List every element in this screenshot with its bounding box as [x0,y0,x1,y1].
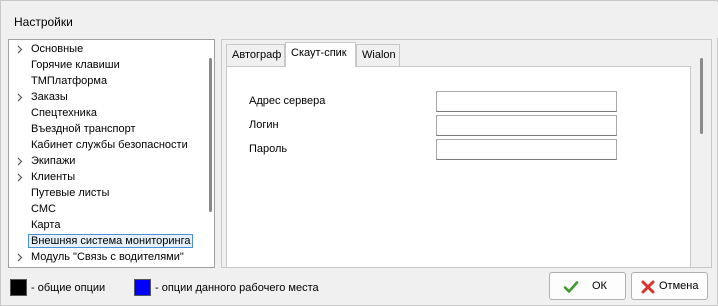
tree-scrollbar-thumb[interactable] [209,58,212,212]
tree-scrollbar[interactable] [207,40,214,267]
tree-item-label: Въездной транспорт [31,123,136,135]
window-title: Настройки [14,15,73,29]
tree-item[interactable]: Основные [9,42,205,58]
tree-item-label: Модуль "Связь с водителями" [31,251,184,263]
chevron-right-icon[interactable] [15,45,24,54]
server-address-label: Адрес сервера [249,95,326,107]
tree-item[interactable]: Карта [9,218,205,234]
title-bar[interactable]: Настройки [2,2,718,38]
password-label: Пароль [249,143,288,155]
tree-item[interactable]: Спецтехника [9,106,205,122]
tree-item[interactable]: Экипажи [9,154,205,170]
chevron-right-icon[interactable] [15,157,24,166]
login-label: Логин [249,119,279,131]
tab-skaut-spik[interactable]: Скаут-спик [285,42,356,67]
tab-label: Wialon [362,49,396,61]
common-options-label: - общие опции [31,282,106,294]
tree-item-label: Экипажи [31,155,76,167]
tree-item[interactable]: Горячие клавиши [9,58,205,74]
chevron-right-icon[interactable] [15,173,24,182]
password-input[interactable] [436,139,617,160]
cross-icon [640,279,656,295]
tab-label: Автограф [232,49,282,61]
server-address-input[interactable] [436,91,617,112]
tree-item[interactable]: Модуль "Связь с водителями" [9,250,205,266]
tree-item[interactable]: Внешняя система мониторинга [9,234,205,250]
login-input[interactable] [436,115,617,136]
tree-item-label: Путевые листы [31,187,110,199]
tree-item-label: ТМПлатформа [31,75,108,87]
tree-item[interactable]: Заказы [9,90,205,106]
cancel-button-label: Отмена [659,280,699,292]
content-scrollbar[interactable] [699,58,705,138]
workplace-options-swatch [134,279,151,296]
settings-window: Настройки Основные Горячие клавиши ТМПлатф… [0,0,718,306]
tab-label: Скаут-спик [291,47,347,59]
common-options-swatch [10,279,27,296]
ok-button-label: ОК [592,280,607,292]
tree-item-label: Спецтехника [31,107,97,119]
chevron-right-icon[interactable] [15,93,24,102]
cancel-button[interactable]: Отмена [631,272,708,300]
tree-item[interactable]: Въездной транспорт [9,122,205,138]
tree-item-label: Карта [31,219,61,231]
tree-item[interactable]: Клиенты [9,170,205,186]
tab-wialon[interactable]: Wialon [356,44,400,66]
content-scrollbar-thumb[interactable] [700,58,703,134]
tree-item[interactable]: Путевые листы [9,186,205,202]
tree-item-label: Клиенты [31,171,76,183]
settings-content-panel: Автограф Скаут-спик Wialon Адрес сервера… [221,39,712,268]
workplace-options-label: - опции данного рабочего места [155,282,319,294]
tree-item-label: Основные [31,43,84,55]
tree-item-label: Горячие клавиши [31,59,120,71]
tree-item[interactable]: СМС [9,202,205,218]
tree-item-label: Внешняя система мониторинга [28,234,194,248]
tree-item[interactable]: ТМПлатформа [9,74,205,90]
tab-content: Адрес сервера Логин Пароль [226,66,691,268]
tab-avtograf[interactable]: Автограф [226,44,285,66]
chevron-right-icon[interactable] [15,253,24,262]
tree-item[interactable]: Кабинет службы безопасности [9,138,205,154]
settings-tree[interactable]: Основные Горячие клавиши ТМПлатформа Заказы… [8,39,215,268]
tree-item-label: Заказы [31,91,68,103]
tree-item-label: Кабинет службы безопасности [31,139,188,151]
ok-button[interactable]: ОК [549,272,626,300]
check-icon [563,279,579,295]
tree-item-label: СМС [31,203,56,215]
